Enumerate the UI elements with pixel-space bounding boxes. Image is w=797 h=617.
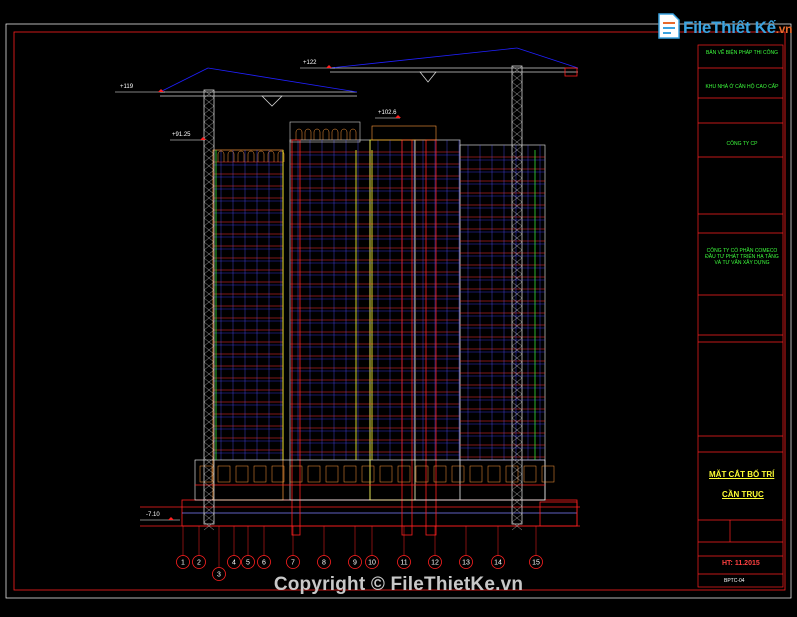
- axis-label-11: 11: [400, 560, 407, 567]
- site-logo: FileThiết Kế.vn: [655, 12, 793, 42]
- crane-mast-lattice: [203, 65, 523, 531]
- level-label-basement: -7.10: [146, 512, 160, 518]
- axis-label-12: 12: [431, 560, 439, 567]
- axis-label-5: 5: [246, 560, 250, 567]
- axis-label-1: 1: [181, 560, 185, 567]
- logo-suffix: .vn: [775, 22, 793, 36]
- logo-text-thietke: Thiết Kế: [711, 18, 776, 37]
- axis-label-14: 14: [494, 560, 502, 567]
- logo-icon: [658, 13, 680, 39]
- title-block-investor: CÔNG TY CP: [726, 141, 758, 147]
- grid-axes: 1 234 5 6 7 8 9 10 11 12 13 14 15: [176, 526, 543, 581]
- copyright-watermark: Copyright © FileThietKe.vn: [273, 574, 524, 595]
- level-label-crane-left: +119: [120, 84, 134, 90]
- title-block-header: BẢN VẼ BIỆN PHÁP THI CÔNG: [705, 50, 779, 56]
- axis-label-9: 9: [353, 560, 357, 567]
- level-label-crane-right: +122: [303, 60, 317, 66]
- title-block-date: HT: 11.2015: [722, 560, 760, 567]
- level-label-parapet: +91.25: [172, 132, 191, 138]
- tower-crane-right: [329, 47, 579, 525]
- basement-structure: [140, 499, 580, 527]
- axis-label-15: 15: [532, 560, 540, 567]
- building-section: [194, 121, 555, 536]
- axis-label-6: 6: [262, 560, 266, 567]
- title-block-frame: [697, 44, 784, 588]
- level-label-roof: +102.6: [378, 110, 397, 116]
- axis-label-10: 10: [368, 560, 376, 567]
- drawing-title-line2: CẦN TRỤC: [722, 490, 764, 499]
- title-block-contractor: CÔNG TY CỔ PHẦN COMECO ĐẦU TƯ PHÁT TRIỂN…: [705, 248, 779, 266]
- axis-label-13: 13: [462, 560, 470, 567]
- cad-drawing-canvas: 1 234 5 6 7 8 9 10 11 12 13 14 15: [5, 23, 792, 599]
- axis-label-8: 8: [322, 560, 326, 567]
- axis-label-2: 2: [197, 560, 201, 567]
- axis-label-4: 4: [232, 560, 236, 567]
- drawing-title-line1: MẶT CẮT BỐ TRÍ: [709, 470, 775, 479]
- axis-label-7: 7: [291, 560, 295, 567]
- title-block-project: KHU NHÀ Ở CĂN HỘ CAO CẤP: [705, 84, 779, 90]
- logo-text-file: File: [683, 18, 712, 37]
